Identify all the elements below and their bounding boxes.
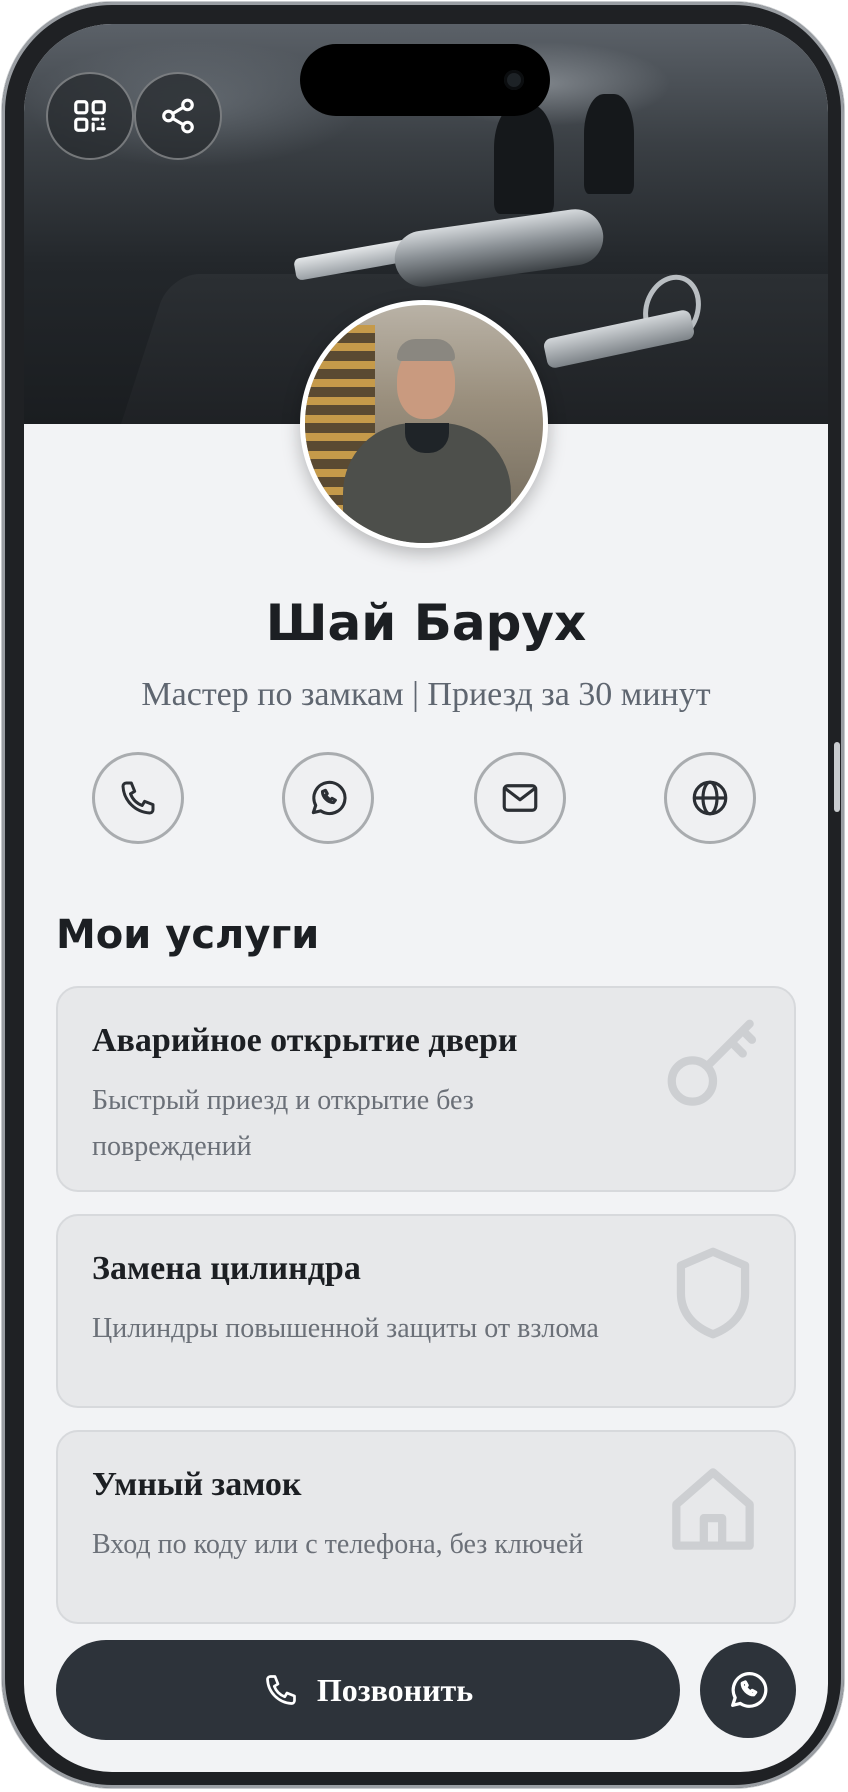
service-description: Вход по коду или с телефона, без ключей [92,1529,584,1560]
qr-code-icon [74,100,106,132]
dynamic-island [300,44,550,116]
service-description: Быстрый приезд и открытие без повреждени… [92,1085,474,1162]
whatsapp-fab[interactable] [700,1642,796,1738]
services-title: Мои услуги [56,912,320,958]
service-title: Умный замок [92,1466,302,1503]
service-title: Замена цилиндра [92,1250,361,1287]
home-icon [672,1468,754,1550]
phone-icon [121,781,155,815]
qr-code-button[interactable] [46,72,134,160]
phone-frame: Шай Барух Мастер по замкам | Приезд за 3… [2,2,844,1788]
service-card[interactable]: Аварийное открытие двери Быстрый приезд … [56,986,796,1192]
service-card[interactable]: Умный замок Вход по коду или с телефона,… [56,1430,796,1624]
service-title: Аварийное открытие двери [92,1022,518,1059]
key-icon [667,1019,757,1106]
shield-icon [676,1247,750,1339]
background-figure [584,94,634,194]
profile-name: Шай Барух [265,594,587,652]
service-description: Цилиндры повышенной защиты от взлома [92,1313,599,1344]
share-icon [162,98,194,134]
screen: Шай Барух Мастер по замкам | Приезд за 3… [24,24,828,1772]
share-button[interactable] [134,72,222,160]
globe-icon [692,780,728,816]
call-button[interactable]: Позвонить [56,1640,680,1740]
whatsapp-button[interactable] [282,752,374,844]
side-button [834,742,840,812]
mail-icon [502,784,538,812]
avatar-hair [397,339,455,361]
whatsapp-icon [311,780,347,816]
profile-subtitle: Мастер по замкам | Приезд за 30 минут [141,676,711,713]
website-button[interactable] [664,752,756,844]
phone-icon [265,1675,296,1705]
phone-button[interactable] [92,752,184,844]
service-card[interactable]: Замена цилиндра Цилиндры повышенной защи… [56,1214,796,1408]
avatar [300,300,548,548]
call-button-label: Позвонить [316,1671,474,1708]
background-figure [494,104,554,214]
camera-dot [504,70,524,90]
whatsapp-icon [731,1672,768,1708]
email-button[interactable] [474,752,566,844]
